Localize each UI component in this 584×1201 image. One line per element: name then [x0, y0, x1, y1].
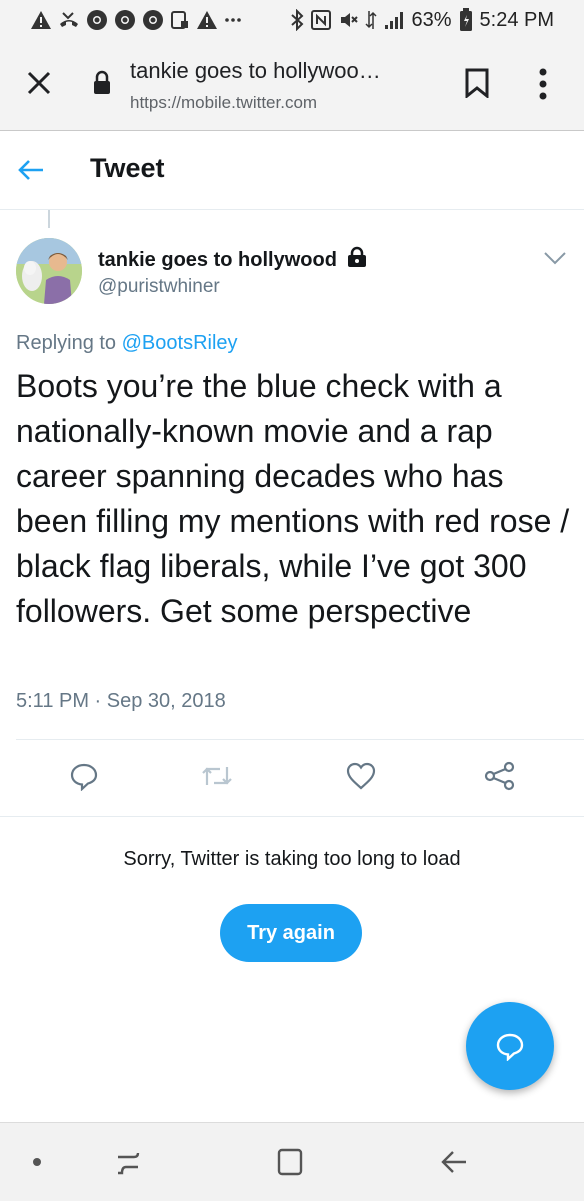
notification-icons — [30, 8, 242, 32]
share-button[interactable] — [476, 752, 524, 800]
author-name-row[interactable]: tankie goes to hollywood — [98, 246, 368, 272]
bluetooth-icon — [291, 9, 304, 31]
browser-toolbar: tankie goes to hollywoo… https://mobile.… — [0, 40, 584, 131]
warning-icon — [31, 11, 51, 29]
lock-icon — [348, 246, 367, 267]
back-arrow-icon[interactable] — [18, 159, 44, 181]
lock-icon — [94, 70, 110, 94]
try-again-button[interactable]: Try again — [220, 904, 362, 962]
divider — [0, 816, 584, 817]
battery-icon — [459, 8, 472, 31]
like-button[interactable] — [337, 752, 385, 800]
missed-call-icon — [60, 12, 78, 27]
replying-to-link[interactable]: @BootsRiley — [122, 332, 238, 354]
retweet-button[interactable] — [193, 752, 241, 800]
like-icon — [346, 762, 376, 790]
url-text[interactable]: https://mobile.twitter.com — [130, 93, 317, 113]
system-nav-bar — [0, 1122, 584, 1201]
nfc-icon — [311, 10, 332, 30]
chrome-icon — [143, 10, 163, 30]
clock: 5:24 PM — [479, 8, 554, 31]
compose-button[interactable] — [466, 1002, 554, 1090]
data-icon — [365, 11, 378, 29]
back-icon[interactable] — [440, 1149, 468, 1175]
reply-button[interactable] — [60, 752, 108, 800]
more-dots-icon — [225, 18, 241, 22]
home-icon[interactable] — [276, 1147, 304, 1177]
recents-icon[interactable] — [114, 1147, 142, 1177]
divider — [16, 739, 584, 740]
page-header: Tweet — [0, 131, 584, 210]
tweet-text: Boots you’re the blue check with a natio… — [16, 368, 570, 629]
thread-line — [48, 210, 50, 228]
mute-icon — [341, 13, 359, 27]
system-status: 63% 5:24 PM — [290, 6, 554, 34]
header-title: Tweet — [90, 153, 165, 183]
page-title[interactable]: tankie goes to hollywoo… — [130, 58, 430, 84]
battery-percent: 63% — [411, 8, 452, 31]
avatar[interactable] — [16, 238, 82, 304]
tweet-timestamp[interactable]: 5:11 PM · Sep 30, 2018 — [16, 690, 226, 713]
dot-icon[interactable] — [32, 1157, 42, 1167]
status-bar: 63% 5:24 PM — [0, 0, 584, 40]
chrome-icon — [115, 10, 135, 30]
reply-icon — [70, 763, 98, 791]
warning-icon — [197, 11, 217, 29]
more-vertical-icon[interactable] — [538, 68, 548, 100]
signal-icon — [385, 12, 404, 29]
author-handle[interactable]: @puristwhiner — [98, 276, 220, 298]
error-message: Sorry, Twitter is taking too long to loa… — [123, 848, 461, 870]
share-icon — [484, 761, 515, 791]
replying-prefix: Replying to — [16, 332, 117, 354]
chrome-icon — [87, 10, 107, 30]
replying-to: Replying to @BootsRiley — [16, 332, 238, 355]
retweet-icon — [202, 767, 232, 785]
author-name[interactable]: tankie goes to hollywood — [98, 249, 337, 271]
chevron-down-icon[interactable] — [543, 250, 567, 266]
reply-icon — [496, 1033, 524, 1061]
screenshot-icon — [171, 11, 188, 29]
bookmark-icon[interactable] — [464, 68, 490, 98]
close-icon[interactable] — [26, 70, 52, 96]
